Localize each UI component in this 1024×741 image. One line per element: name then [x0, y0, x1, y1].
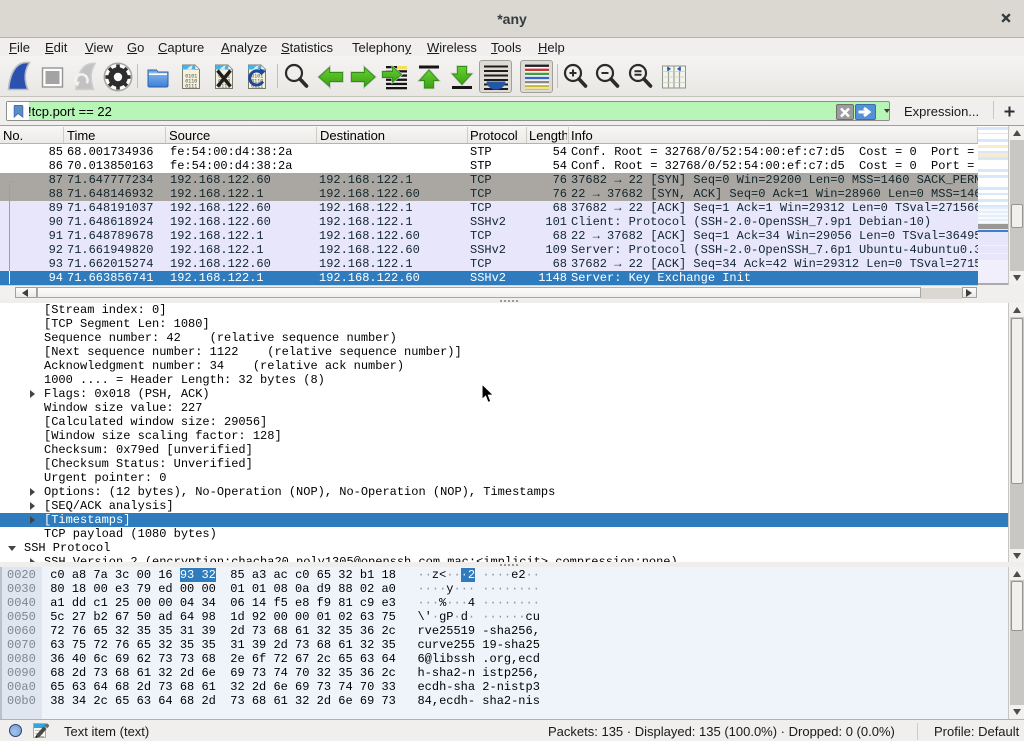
svg-text:0111: 0111: [185, 84, 197, 90]
